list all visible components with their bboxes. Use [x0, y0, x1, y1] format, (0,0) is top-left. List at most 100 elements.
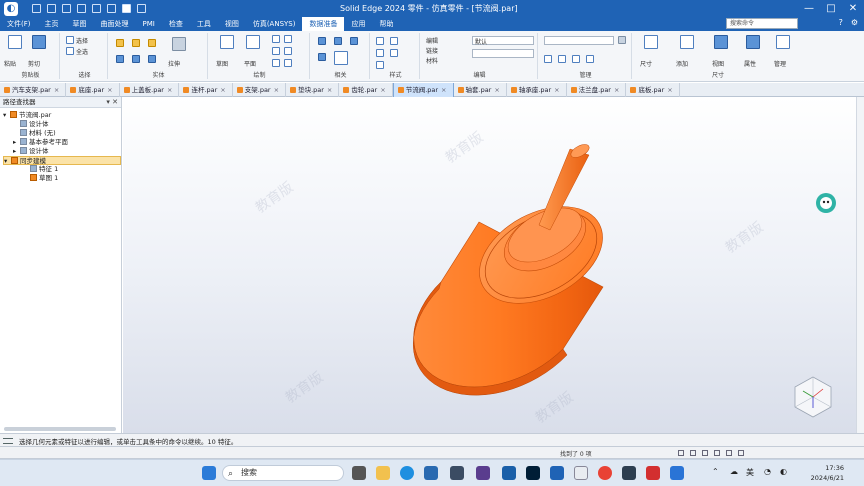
- manage-more-icon[interactable]: [618, 36, 626, 44]
- document-tab[interactable]: 汽车支架.par ×: [0, 83, 67, 97]
- paste-label[interactable]: 粘贴: [4, 59, 16, 68]
- arc-icon[interactable]: [284, 35, 292, 43]
- view-icon[interactable]: [714, 35, 728, 49]
- prompt-menu-icon[interactable]: [3, 438, 13, 444]
- document-tab[interactable]: 底座.par ×: [66, 83, 120, 97]
- link-label[interactable]: 链接: [426, 46, 438, 55]
- tab-close-icon[interactable]: ×: [614, 86, 619, 94]
- tree-item[interactable]: 材料 (无): [13, 129, 56, 138]
- chamfer-icon[interactable]: [132, 55, 140, 63]
- file-explorer-icon[interactable]: [376, 466, 390, 480]
- app-doc-icon[interactable]: [502, 466, 516, 480]
- assistant-icon[interactable]: [816, 193, 836, 213]
- add-label[interactable]: 添加: [676, 59, 688, 68]
- pathfinder-controls[interactable]: ▾ ✕: [106, 97, 118, 108]
- menu-item[interactable]: 视图: [218, 17, 246, 31]
- document-tab[interactable]: 法兰盘.par ×: [567, 83, 627, 97]
- copy-icon[interactable]: [32, 35, 46, 49]
- menu-item[interactable]: 工具: [190, 17, 218, 31]
- extrude-label[interactable]: 拉伸: [168, 59, 180, 68]
- tray-ime[interactable]: 美: [746, 467, 754, 478]
- chrome-icon[interactable]: [598, 466, 612, 480]
- style-dropdown[interactable]: 默认: [472, 36, 534, 46]
- spline-icon[interactable]: [284, 59, 292, 67]
- edge-icon[interactable]: [400, 466, 414, 480]
- pattern-icon[interactable]: [172, 37, 186, 51]
- tab-close-icon[interactable]: ×: [554, 86, 559, 94]
- throttle-valve-model[interactable]: [412, 142, 619, 396]
- status-view-icon[interactable]: [726, 450, 732, 456]
- pattern-fill-icon[interactable]: [390, 49, 398, 57]
- command-search-input[interactable]: 搜索命令: [726, 18, 798, 29]
- select-tool-icon[interactable]: [122, 4, 131, 13]
- tab-close-icon[interactable]: ×: [274, 86, 279, 94]
- 3d-viewport[interactable]: 教育版 教育版 教育版 教育版 教育版: [123, 97, 864, 433]
- sketch-icon[interactable]: [220, 35, 234, 49]
- print-icon[interactable]: [107, 4, 116, 13]
- save-icon[interactable]: [62, 4, 71, 13]
- tray-volume-icon[interactable]: ◐: [780, 467, 787, 476]
- store-icon[interactable]: [424, 466, 438, 480]
- app-g-icon[interactable]: [622, 466, 636, 480]
- tree-item[interactable]: 设计体: [13, 120, 49, 129]
- select-label[interactable]: 选择: [76, 36, 88, 45]
- taskbar-search[interactable]: ⌕ 搜索: [222, 465, 344, 481]
- close-button[interactable]: ✕: [842, 0, 864, 17]
- point-icon[interactable]: [272, 59, 280, 67]
- tree-item[interactable]: 特征 1: [23, 165, 58, 174]
- tray-chevron-icon[interactable]: ⌃: [712, 467, 719, 476]
- manage-dropdown[interactable]: [544, 36, 614, 45]
- props-icon[interactable]: [746, 35, 760, 49]
- tree-item[interactable]: ▾ 节流阀.par: [3, 111, 51, 120]
- start-icon[interactable]: [202, 466, 216, 480]
- menu-item[interactable]: 应用: [344, 17, 372, 31]
- plane-icon[interactable]: [246, 35, 260, 49]
- solidedge-taskbar-icon[interactable]: [550, 466, 564, 480]
- texture-icon[interactable]: [376, 61, 384, 69]
- measure-icon[interactable]: [544, 55, 552, 63]
- extrude-icon[interactable]: [116, 39, 124, 47]
- select-all-icon[interactable]: [66, 47, 74, 55]
- document-tab[interactable]: 齿轮.par ×: [339, 83, 393, 97]
- round-icon[interactable]: [116, 55, 124, 63]
- dimension-label[interactable]: 尺寸: [640, 59, 652, 68]
- tree-item[interactable]: 草图 1: [23, 174, 58, 183]
- tree-expander-icon[interactable]: ▸: [13, 147, 20, 156]
- app-cube-icon[interactable]: [450, 466, 464, 480]
- line-style-icon[interactable]: [390, 37, 398, 45]
- select-all-label[interactable]: 全选: [76, 47, 88, 56]
- dimension-icon[interactable]: [644, 35, 658, 49]
- redo-icon[interactable]: [92, 4, 101, 13]
- minimize-button[interactable]: —: [798, 0, 820, 17]
- hole-icon[interactable]: [148, 39, 156, 47]
- tray-wifi-icon[interactable]: ◔: [764, 467, 771, 476]
- wps-icon[interactable]: [646, 466, 660, 480]
- tab-close-icon[interactable]: ×: [107, 86, 112, 94]
- document-tab[interactable]: 垫块.par ×: [286, 83, 340, 97]
- tab-close-icon[interactable]: ×: [441, 86, 446, 94]
- select-icon[interactable]: [66, 36, 74, 44]
- document-tab[interactable]: 轴套.par ×: [454, 83, 507, 97]
- material-label[interactable]: 材料: [426, 56, 438, 65]
- tree-item[interactable]: ▾ 同步建模: [3, 156, 121, 165]
- status-shade-icon[interactable]: [738, 450, 744, 456]
- menu-item[interactable]: 文件(F): [0, 17, 38, 31]
- document-tab[interactable]: 底板.par ×: [626, 83, 680, 97]
- tab-close-icon[interactable]: ×: [54, 86, 59, 94]
- plane-label[interactable]: 平面: [244, 59, 256, 68]
- menu-item[interactable]: 仿真(ANSYS): [246, 17, 303, 31]
- menu-item[interactable]: PMI: [136, 17, 162, 31]
- qa-more-icon[interactable]: [137, 4, 146, 13]
- manage-table-icon[interactable]: [776, 35, 790, 49]
- props-label[interactable]: 属性: [744, 59, 756, 68]
- menu-item[interactable]: 帮助: [372, 17, 400, 31]
- menu-item[interactable]: 数据准备: [302, 17, 345, 31]
- relate-coincident-icon[interactable]: [318, 53, 326, 61]
- add-dimension-icon[interactable]: [680, 35, 694, 49]
- clock[interactable]: 17:36 2024/6/21: [811, 463, 844, 483]
- status-fit-icon[interactable]: [690, 450, 696, 456]
- open-icon[interactable]: [47, 4, 56, 13]
- menu-item[interactable]: 检查: [162, 17, 190, 31]
- task-view-icon[interactable]: [352, 466, 366, 480]
- relate-horizontal-icon[interactable]: [318, 37, 326, 45]
